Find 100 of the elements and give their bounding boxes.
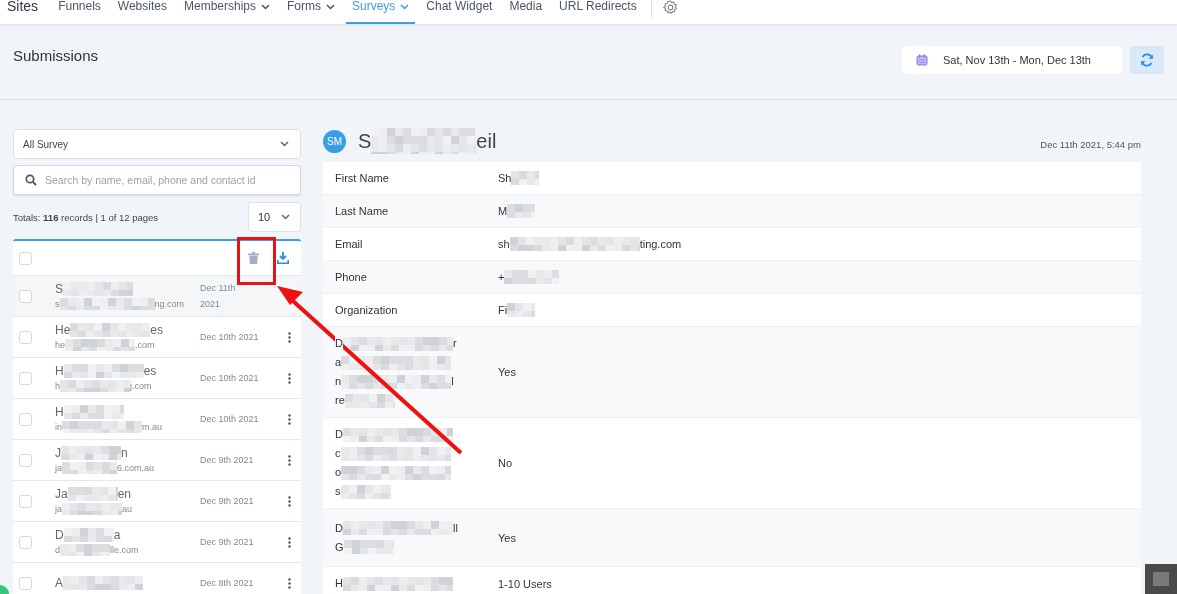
more-options-icon: [288, 577, 291, 589]
contact-name: eil: [476, 129, 497, 153]
contact-name: He: [55, 323, 71, 337]
blurred-redaction: [343, 540, 394, 554]
contact-name: S: [358, 129, 372, 153]
contact-email: d: [55, 545, 60, 555]
submission-date: Dec 9th 2021: [200, 455, 255, 465]
contact-name: S: [55, 282, 63, 296]
row-checkbox[interactable]: [19, 371, 32, 385]
blurred-redaction: [507, 303, 536, 317]
avatar: SM: [323, 129, 346, 153]
nav-tab[interactable]: Forms: [281, 0, 341, 24]
contact-name: a: [113, 528, 121, 542]
row-checkbox[interactable]: [19, 289, 32, 303]
submission-date: Dec 11th 2021: [200, 282, 237, 311]
blurred-redaction: [62, 503, 122, 515]
field-value: Yes: [498, 531, 516, 544]
search-field[interactable]: Search by name, email, phone and contact id: [13, 165, 301, 195]
contact-name: es: [143, 364, 157, 378]
nav-tab[interactable]: Memberships: [177, 0, 276, 24]
search-icon: [25, 174, 37, 186]
nav-tab[interactable]: Websites: [111, 0, 173, 24]
submission-date: Dec 9th 2021: [200, 496, 255, 506]
row-checkbox[interactable]: [19, 494, 32, 508]
widget-launcher-icon: [1145, 564, 1177, 594]
more-options-icon: [288, 372, 291, 384]
field-label: Phone: [335, 271, 367, 283]
field-value: ting.com: [639, 238, 682, 250]
survey-dropdown[interactable]: All Survey: [13, 129, 301, 159]
more-options-icon: [288, 454, 291, 466]
date-range-text: Sat, Nov 13th - Mon, Dec 13th: [943, 54, 1091, 66]
download-icon: [277, 252, 289, 264]
calendar-icon: [916, 54, 928, 66]
contact-email: he: [55, 340, 65, 350]
chevron-down-icon: [261, 4, 270, 10]
submission-row[interactable]: S s ng.com Dec 11th 2021: [13, 276, 301, 317]
submission-row[interactable]: He es he .com Dec 10th 2021: [13, 317, 301, 358]
field-value: +: [498, 271, 505, 283]
chevron-down-icon: [280, 141, 290, 147]
more-options-icon: [288, 495, 291, 507]
contact-email: ja: [55, 504, 62, 514]
blurred-redaction: [61, 446, 121, 460]
page-title: Submissions: [13, 47, 100, 64]
field-value: sh: [498, 238, 510, 250]
field-value: 1-10 Users: [498, 577, 552, 590]
contact-email: 6.com.au: [117, 463, 155, 473]
field-value: Sh: [498, 172, 512, 184]
contact-name: H: [55, 405, 64, 419]
field-value: M: [498, 205, 508, 217]
blurred-redaction: [60, 380, 130, 392]
submission-row[interactable]: Ja en ja au Dec 9th 2021: [13, 481, 301, 522]
nav-tab[interactable]: Chat Widget: [420, 0, 499, 24]
select-all-checkbox[interactable]: [19, 251, 32, 265]
delete-button[interactable]: [246, 250, 261, 266]
contact-email: h: [55, 381, 60, 391]
submission-row[interactable]: D a d lle.com Dec 9th 2021: [13, 522, 301, 563]
contact-email: lle.com: [110, 545, 139, 555]
row-checkbox[interactable]: [19, 453, 32, 467]
blurred-redaction: [65, 339, 135, 351]
submission-date: Dec 10th 2021: [200, 414, 260, 424]
nav-tab[interactable]: Funnels: [52, 0, 107, 24]
refresh-button[interactable]: [1130, 46, 1164, 74]
submission-row[interactable]: A Dec 8th 2021: [13, 563, 301, 594]
row-checkbox[interactable]: [19, 412, 32, 426]
contact-email: .com: [135, 340, 155, 350]
contact-name: n: [121, 446, 128, 460]
submission-row[interactable]: H es h j.com Dec 10th 2021: [13, 358, 301, 399]
row-checkbox[interactable]: [19, 535, 32, 549]
contact-name: Ja: [55, 487, 68, 501]
records-summary: Totals: 116 records | 1 of 12 pages: [13, 211, 159, 223]
blurred-redaction: [63, 282, 133, 296]
more-options-icon: [288, 413, 291, 425]
nav-tab[interactable]: URL Redirects: [553, 0, 643, 24]
settings-icon: [662, 0, 678, 15]
contact-email: s: [55, 299, 60, 309]
blurred-redaction: [63, 528, 114, 542]
blurred-redaction: [340, 484, 391, 499]
more-options-icon: [288, 536, 291, 548]
contact-name: D: [55, 528, 64, 542]
blurred-redaction: [504, 270, 560, 284]
row-checkbox[interactable]: [19, 576, 32, 590]
download-button[interactable]: [275, 250, 291, 266]
blurred-redaction: [67, 487, 118, 501]
highlight-frame: [237, 237, 276, 285]
submission-row[interactable]: J n ja 6.com.au Dec 9th 2021: [13, 440, 301, 481]
app-title: Sites: [7, 0, 40, 16]
contact-name: J: [55, 446, 61, 460]
submission-date: Dec 10th 2021: [200, 373, 260, 383]
submission-row[interactable]: H in m.au Dec 10th 2021: [13, 399, 301, 440]
blurred-redaction: [344, 393, 395, 408]
contact-email: au: [122, 504, 133, 514]
submission-timestamp: Dec 11th 2021, 5:44 pm: [1040, 138, 1141, 150]
page-size-dropdown[interactable]: 10: [248, 202, 301, 232]
contact-name: A: [55, 576, 63, 590]
more-options-icon: [288, 331, 291, 343]
row-checkbox[interactable]: [19, 330, 32, 344]
nav-tab[interactable]: Media: [503, 0, 549, 24]
field-label: Organization: [335, 304, 398, 316]
date-range-picker[interactable]: Sat, Nov 13th - Mon, Dec 13th: [902, 46, 1122, 74]
blurred-redaction: [63, 405, 124, 419]
